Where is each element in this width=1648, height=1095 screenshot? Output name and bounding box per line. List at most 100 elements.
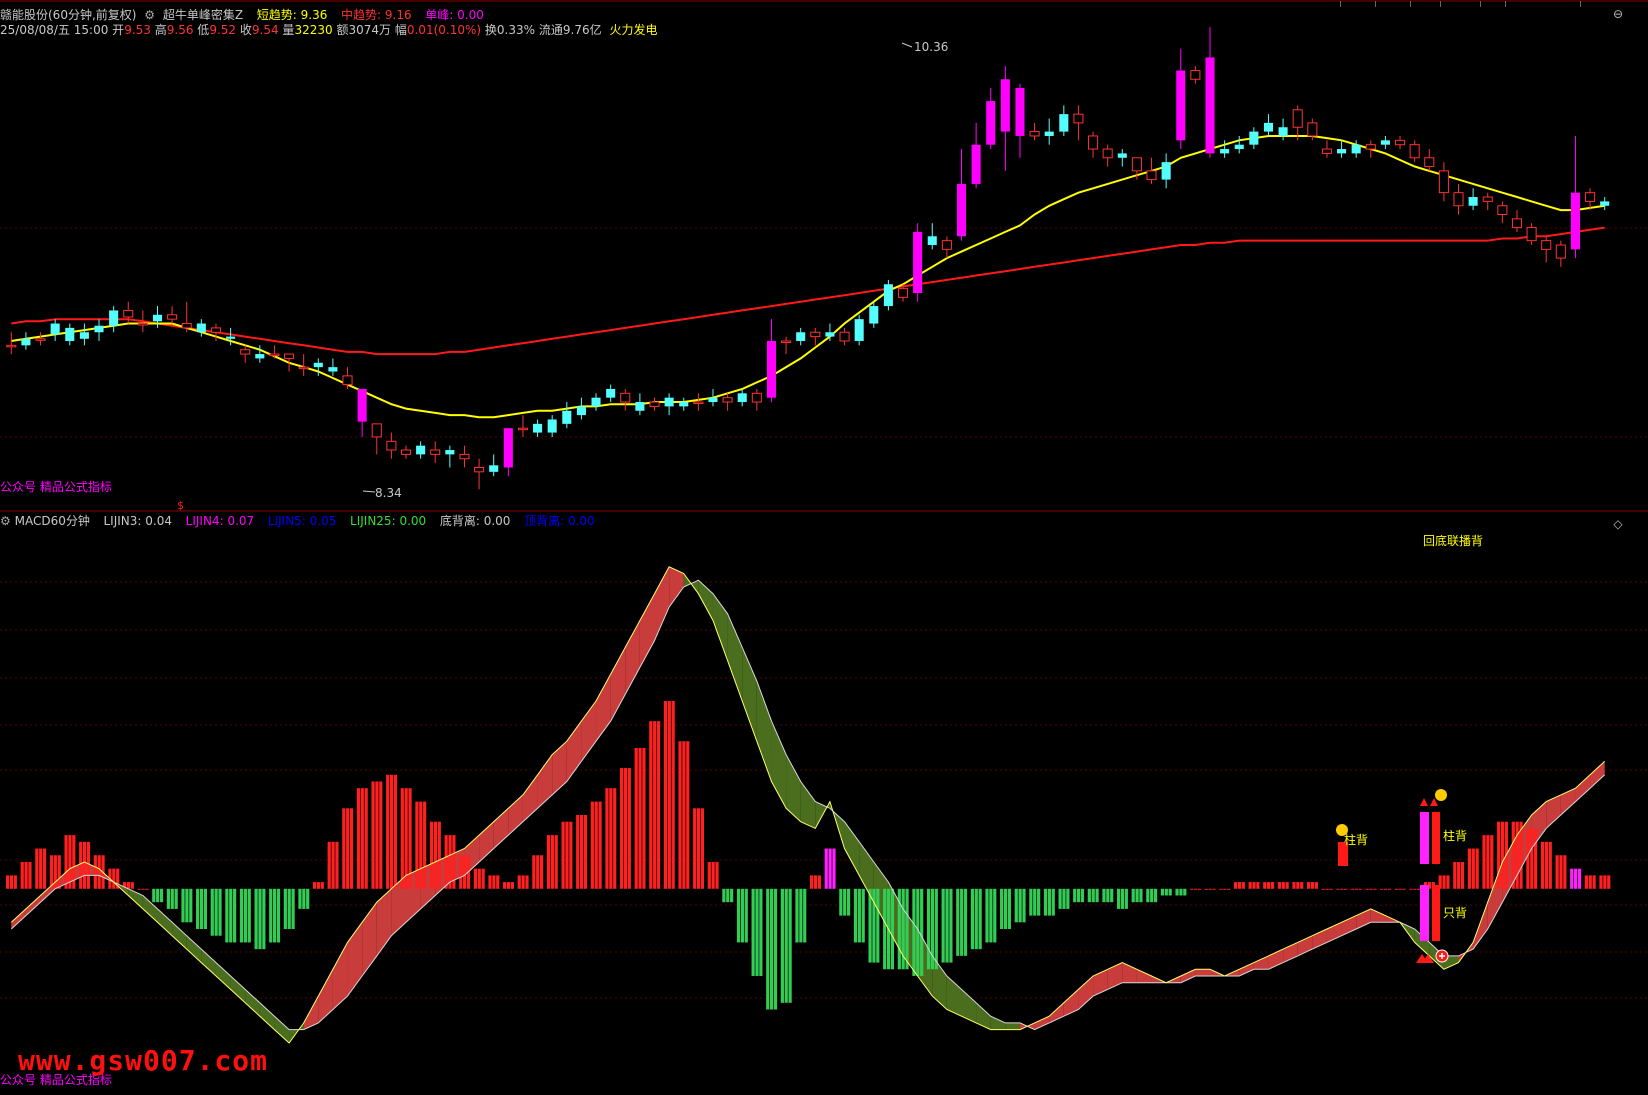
macd-band-segment xyxy=(1107,962,1123,990)
candle-body xyxy=(1073,113,1084,124)
macd-hist-bar xyxy=(1475,848,1479,889)
macd-hist-bar xyxy=(1102,888,1106,903)
candle-body xyxy=(1220,149,1230,154)
candle-body xyxy=(342,375,353,386)
macd-hist-bar xyxy=(1077,888,1081,903)
candle-body xyxy=(620,392,631,403)
site-watermark: www.gsw007.com xyxy=(18,1044,269,1077)
macd-hist-bar xyxy=(1460,861,1465,889)
macd-band-segment xyxy=(566,721,582,782)
macd-hist-bar xyxy=(623,768,628,889)
macd-hist-bar xyxy=(843,888,847,916)
macd-hist-bar xyxy=(312,882,317,889)
candle-body xyxy=(679,402,689,407)
macd-hist-bar xyxy=(379,781,383,889)
candle-body xyxy=(430,449,441,455)
stock-title[interactable]: 赣能股份(60分钟,前复权) xyxy=(0,8,136,22)
macd-hist-bar xyxy=(258,888,262,950)
macd-hist-bar xyxy=(93,855,97,889)
quote-bar: 25/08/08/五 15:00 开9.53 高9.56 低9.52 收9.54… xyxy=(0,22,657,38)
macd-hist-bar xyxy=(203,888,207,930)
macd-hist-bar xyxy=(269,888,273,943)
macd-band-segment xyxy=(201,949,216,976)
float-label: 流通 xyxy=(538,23,563,37)
candle-body xyxy=(137,323,148,326)
macd-hist-bar xyxy=(170,888,174,909)
candle-body xyxy=(1117,153,1127,158)
macd-hist-bar xyxy=(1310,882,1315,889)
settings-icon[interactable]: ⚙ xyxy=(0,514,11,528)
low-label: 低 xyxy=(197,23,210,37)
macd-hist-bar xyxy=(941,888,945,963)
macd-hist-bar xyxy=(1383,888,1388,890)
sector-label[interactable]: 火力发电 xyxy=(609,23,657,37)
macd-hist-bar xyxy=(579,815,584,889)
macd-hist-bar xyxy=(225,888,229,943)
macd-band-segment xyxy=(625,620,640,695)
macd-hist-bar xyxy=(1285,882,1289,889)
candle-body xyxy=(1190,70,1201,80)
candle-body xyxy=(1526,227,1537,242)
macd-hist-bar xyxy=(663,700,668,889)
macd-hist-bar xyxy=(970,888,975,950)
macd-hist-bar xyxy=(846,888,851,916)
indicator-name[interactable]: 超牛单峰密集Z xyxy=(163,8,243,22)
candle-body xyxy=(1570,192,1580,250)
macd-hist-bar xyxy=(1095,888,1099,903)
macd-hist-bar xyxy=(1398,888,1402,890)
macd-band-fills xyxy=(11,566,1605,1044)
macd-band-segment xyxy=(1575,774,1591,802)
macd-hist-bar xyxy=(653,721,657,889)
candle-body xyxy=(1482,196,1493,202)
candle-body xyxy=(576,406,586,416)
macd-hist-bar xyxy=(159,888,164,903)
candle-body xyxy=(416,445,426,455)
macd-hist-bar xyxy=(678,741,682,889)
macd-hist-bar xyxy=(112,868,116,889)
macd-hist-bar xyxy=(1442,875,1446,889)
macd-band-segment xyxy=(11,908,26,930)
macd-hist-bar xyxy=(273,888,277,943)
macd-hist-bar xyxy=(536,855,540,889)
lijin25-label: LIJIN25: xyxy=(350,514,396,528)
macd-hist-bar xyxy=(243,888,247,943)
candle-body xyxy=(1029,131,1040,137)
candle-body xyxy=(1365,144,1376,150)
candle-body xyxy=(50,323,60,335)
macd-hist-bar xyxy=(1482,835,1486,889)
candle-body xyxy=(1131,157,1142,172)
macd-band-segment xyxy=(727,613,743,701)
macd-hist-bar xyxy=(711,861,715,889)
macd-hist-bar xyxy=(1350,888,1355,890)
zhi-bei-label: 只背 xyxy=(1443,906,1468,920)
macd-hist-bar xyxy=(492,875,496,889)
macd-hist-bar xyxy=(561,821,565,889)
candle-body xyxy=(298,366,309,370)
collapse-icon[interactable]: ◇ xyxy=(1610,516,1626,532)
toolbar-divider xyxy=(1340,1,1341,7)
signal-bar-3 xyxy=(1432,812,1440,864)
collapse-icon[interactable]: ⊖ xyxy=(1610,6,1626,22)
turnover-value: 0.33% xyxy=(496,23,536,37)
macd-hist-bar xyxy=(649,721,653,889)
macd-hist-bar xyxy=(320,882,324,889)
zhu-bei-label-1: 柱背 xyxy=(1344,833,1369,847)
macd-name[interactable]: MACD60分钟 xyxy=(15,514,90,528)
candle-body xyxy=(1541,240,1552,250)
single-peak-value: 0.00 xyxy=(457,8,484,22)
candle-body xyxy=(897,288,909,298)
macd-hist-bar xyxy=(360,788,364,889)
settings-icon[interactable]: ⚙ xyxy=(144,8,155,22)
candle-body xyxy=(825,332,835,337)
macd-band-segment xyxy=(537,754,553,809)
candle-body xyxy=(1176,70,1186,141)
macd-band-segment xyxy=(25,895,41,916)
macd-hist-bar xyxy=(327,841,331,889)
macd-hist-bar xyxy=(956,888,960,956)
macd-hist-bar xyxy=(532,855,536,889)
candle-body xyxy=(474,466,485,473)
macd-hist-bar xyxy=(1336,888,1340,890)
macd-histogram xyxy=(6,700,1611,1010)
candle-body xyxy=(1600,201,1610,206)
macd-hist-bar xyxy=(210,888,214,936)
